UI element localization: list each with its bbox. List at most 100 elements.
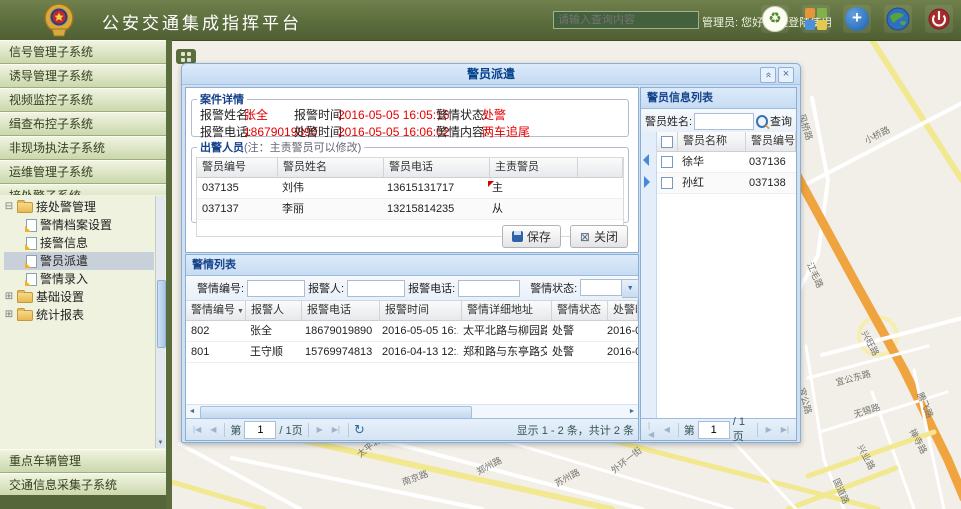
next-page-icon[interactable]: ▶ bbox=[314, 423, 326, 436]
transfer-left-icon[interactable] bbox=[643, 154, 649, 166]
officer-search-button[interactable]: 查询 bbox=[770, 113, 792, 129]
scroll-left-icon[interactable]: ◄ bbox=[186, 406, 198, 418]
window-close-button[interactable]: × bbox=[778, 67, 794, 83]
sidebar-item-traffic-collect[interactable]: 交通信息采集子系统 bbox=[0, 473, 166, 497]
column-header[interactable]: 警情详细地址 bbox=[462, 301, 552, 320]
transfer-right-icon[interactable] bbox=[644, 176, 650, 188]
column-header[interactable]: 报警电话 bbox=[302, 301, 380, 320]
save-icon bbox=[512, 231, 523, 242]
sidebar-item-investigation[interactable]: 缉查布控子系统 bbox=[0, 112, 166, 136]
expand-node-icon[interactable]: ⊞ bbox=[4, 288, 14, 306]
officer-row[interactable]: 徐华 037136 bbox=[657, 152, 796, 173]
dispatch-row[interactable]: 037137 李丽 13215814235 从 bbox=[197, 199, 623, 220]
cell-primary-flag[interactable]: 从 bbox=[487, 199, 574, 219]
column-header[interactable]: 警情状态 bbox=[552, 301, 608, 320]
alarm-grid-header[interactable]: 警情编号▼ 报警人 报警电话 报警时间 警情详细地址 警情状态 处警时间 bbox=[186, 301, 638, 321]
column-header-sorted[interactable]: 警情编号▼ bbox=[186, 301, 246, 320]
cell-primary-flag[interactable]: 主 bbox=[487, 178, 574, 198]
tree-node-case-file[interactable]: 警情档案设置 bbox=[4, 216, 166, 234]
panel-collapse-handle[interactable] bbox=[176, 49, 196, 64]
status-select[interactable]: ▼ bbox=[580, 279, 639, 298]
status-select-input[interactable] bbox=[580, 279, 622, 296]
page-number-input[interactable] bbox=[698, 421, 730, 439]
tree-node-root[interactable]: ⊟ 接处警管理 bbox=[4, 198, 166, 216]
checkbox[interactable] bbox=[661, 177, 673, 189]
tree-node-statistics[interactable]: ⊞ 统计报表 bbox=[4, 306, 166, 324]
column-header[interactable]: 警员电话 bbox=[384, 158, 490, 177]
add-button[interactable]: + bbox=[843, 5, 871, 33]
refresh-icon[interactable]: ↻ bbox=[354, 422, 365, 438]
tree-node-officer-dispatch[interactable]: 警员派遣 bbox=[4, 252, 154, 270]
expand-node-icon[interactable]: ⊞ bbox=[4, 306, 14, 324]
column-header[interactable]: 报警时间 bbox=[380, 301, 462, 320]
header-toolbar: ♻ + bbox=[761, 5, 953, 33]
dispatch-grid-header[interactable]: 警员编号 警员姓名 警员电话 主责警员 bbox=[197, 158, 623, 178]
sidebar-item-signal[interactable]: 信号管理子系统 bbox=[0, 40, 166, 64]
sidebar-item-key-vehicles[interactable]: 重点车辆管理 bbox=[0, 449, 166, 473]
save-button[interactable]: 保存 bbox=[502, 225, 561, 248]
dispatch-legend: 出警人员(注：主责警员可以修改) bbox=[197, 139, 364, 155]
sidebar-item-guidance[interactable]: 诱导管理子系统 bbox=[0, 64, 166, 88]
alarm-row[interactable]: 801 王守顺 15769974813 2016-04-13 12:... 郑和… bbox=[186, 342, 638, 363]
map-mode-button[interactable] bbox=[884, 5, 912, 33]
column-header[interactable]: 警员名称 bbox=[678, 132, 746, 151]
window-collapse-button[interactable]: « bbox=[760, 67, 776, 83]
column-header[interactable]: 处警时间 bbox=[608, 301, 638, 320]
close-button[interactable]: ⊠ 关闭 bbox=[570, 225, 628, 248]
tree-node-alarm-entry[interactable]: 警情录入 bbox=[4, 270, 166, 288]
column-header[interactable]: 警员姓名 bbox=[278, 158, 384, 177]
field-value: 张全 bbox=[244, 108, 268, 122]
tree-scrollbar-thumb[interactable] bbox=[157, 280, 166, 348]
cell-handle-time: 2016-05-05 16:06... bbox=[602, 321, 638, 341]
logout-button[interactable] bbox=[925, 5, 953, 33]
alarm-no-input[interactable] bbox=[247, 280, 305, 297]
alarm-row[interactable]: 802 张全 18679019890 2016-05-05 16:... 太平北… bbox=[186, 321, 638, 342]
tree-node-alarm-info[interactable]: 接警信息 bbox=[4, 234, 166, 252]
phone-input[interactable] bbox=[458, 280, 520, 297]
sidebar-footer-strip bbox=[0, 495, 166, 509]
scroll-right-icon[interactable]: ► bbox=[626, 406, 638, 418]
dispatch-row[interactable]: 037135 刘伟 13615131717 主 bbox=[197, 178, 623, 199]
first-page-icon[interactable]: |◀ bbox=[190, 423, 204, 436]
officer-paging-toolbar: |◀ ◀ 第 / 1页 ▶ ▶| bbox=[641, 418, 796, 440]
apps-grid-button[interactable] bbox=[802, 5, 830, 33]
sidebar-item-video[interactable]: 视频监控子系统 bbox=[0, 88, 166, 112]
sidebar-item-offsite[interactable]: 非现场执法子系统 bbox=[0, 136, 166, 160]
power-icon bbox=[927, 7, 951, 31]
tree-scrollbar[interactable] bbox=[155, 196, 165, 448]
global-search-input[interactable] bbox=[553, 11, 699, 29]
tree-node-label: 接处警管理 bbox=[36, 198, 96, 216]
field-value: 处警 bbox=[482, 108, 506, 122]
checkbox[interactable] bbox=[661, 136, 673, 148]
field-value: 2016-05-05 16:06:02 bbox=[338, 125, 449, 139]
prev-page-icon[interactable]: ◀ bbox=[661, 423, 673, 436]
recycle-button[interactable]: ♻ bbox=[761, 5, 789, 33]
page-number-input[interactable] bbox=[244, 421, 276, 439]
dispatch-personnel-fieldset: 出警人员(注：主责警员可以修改) 警员编号 警员姓名 警员电话 主责警员 037… bbox=[191, 139, 629, 223]
dropdown-icon[interactable]: ▼ bbox=[622, 279, 639, 298]
last-page-icon[interactable]: ▶| bbox=[778, 423, 792, 436]
officer-row[interactable]: 孙红 037138 bbox=[657, 173, 796, 194]
next-page-icon[interactable]: ▶ bbox=[763, 423, 775, 436]
scroll-down-icon[interactable]: ▼ bbox=[156, 438, 165, 448]
column-header bbox=[578, 158, 623, 177]
prev-page-icon[interactable]: ◀ bbox=[207, 423, 219, 436]
column-header[interactable]: 主责警员 bbox=[490, 158, 578, 177]
column-header[interactable]: 报警人 bbox=[246, 301, 302, 320]
window-titlebar[interactable]: 警员派遣 bbox=[182, 64, 800, 85]
select-all-checkbox-cell[interactable] bbox=[657, 132, 678, 151]
column-header[interactable]: 警员编号 bbox=[746, 132, 796, 151]
reporter-input[interactable] bbox=[347, 280, 405, 297]
officer-grid-header[interactable]: 警员名称 警员编号 bbox=[657, 132, 796, 152]
collapse-node-icon[interactable]: ⊟ bbox=[4, 198, 14, 216]
sidebar-splitter[interactable] bbox=[166, 40, 172, 509]
sidebar-item-ops[interactable]: 运维管理子系统 bbox=[0, 160, 166, 184]
search-icon[interactable] bbox=[756, 115, 768, 128]
horizontal-scrollbar[interactable]: ◄ ► bbox=[186, 404, 638, 418]
officer-name-input[interactable] bbox=[694, 113, 754, 130]
column-header[interactable]: 警员编号 bbox=[197, 158, 278, 177]
last-page-icon[interactable]: ▶| bbox=[329, 423, 343, 436]
checkbox[interactable] bbox=[661, 156, 673, 168]
tree-node-basic-settings[interactable]: ⊞ 基础设置 bbox=[4, 288, 166, 306]
first-page-icon[interactable]: |◀ bbox=[645, 419, 658, 441]
